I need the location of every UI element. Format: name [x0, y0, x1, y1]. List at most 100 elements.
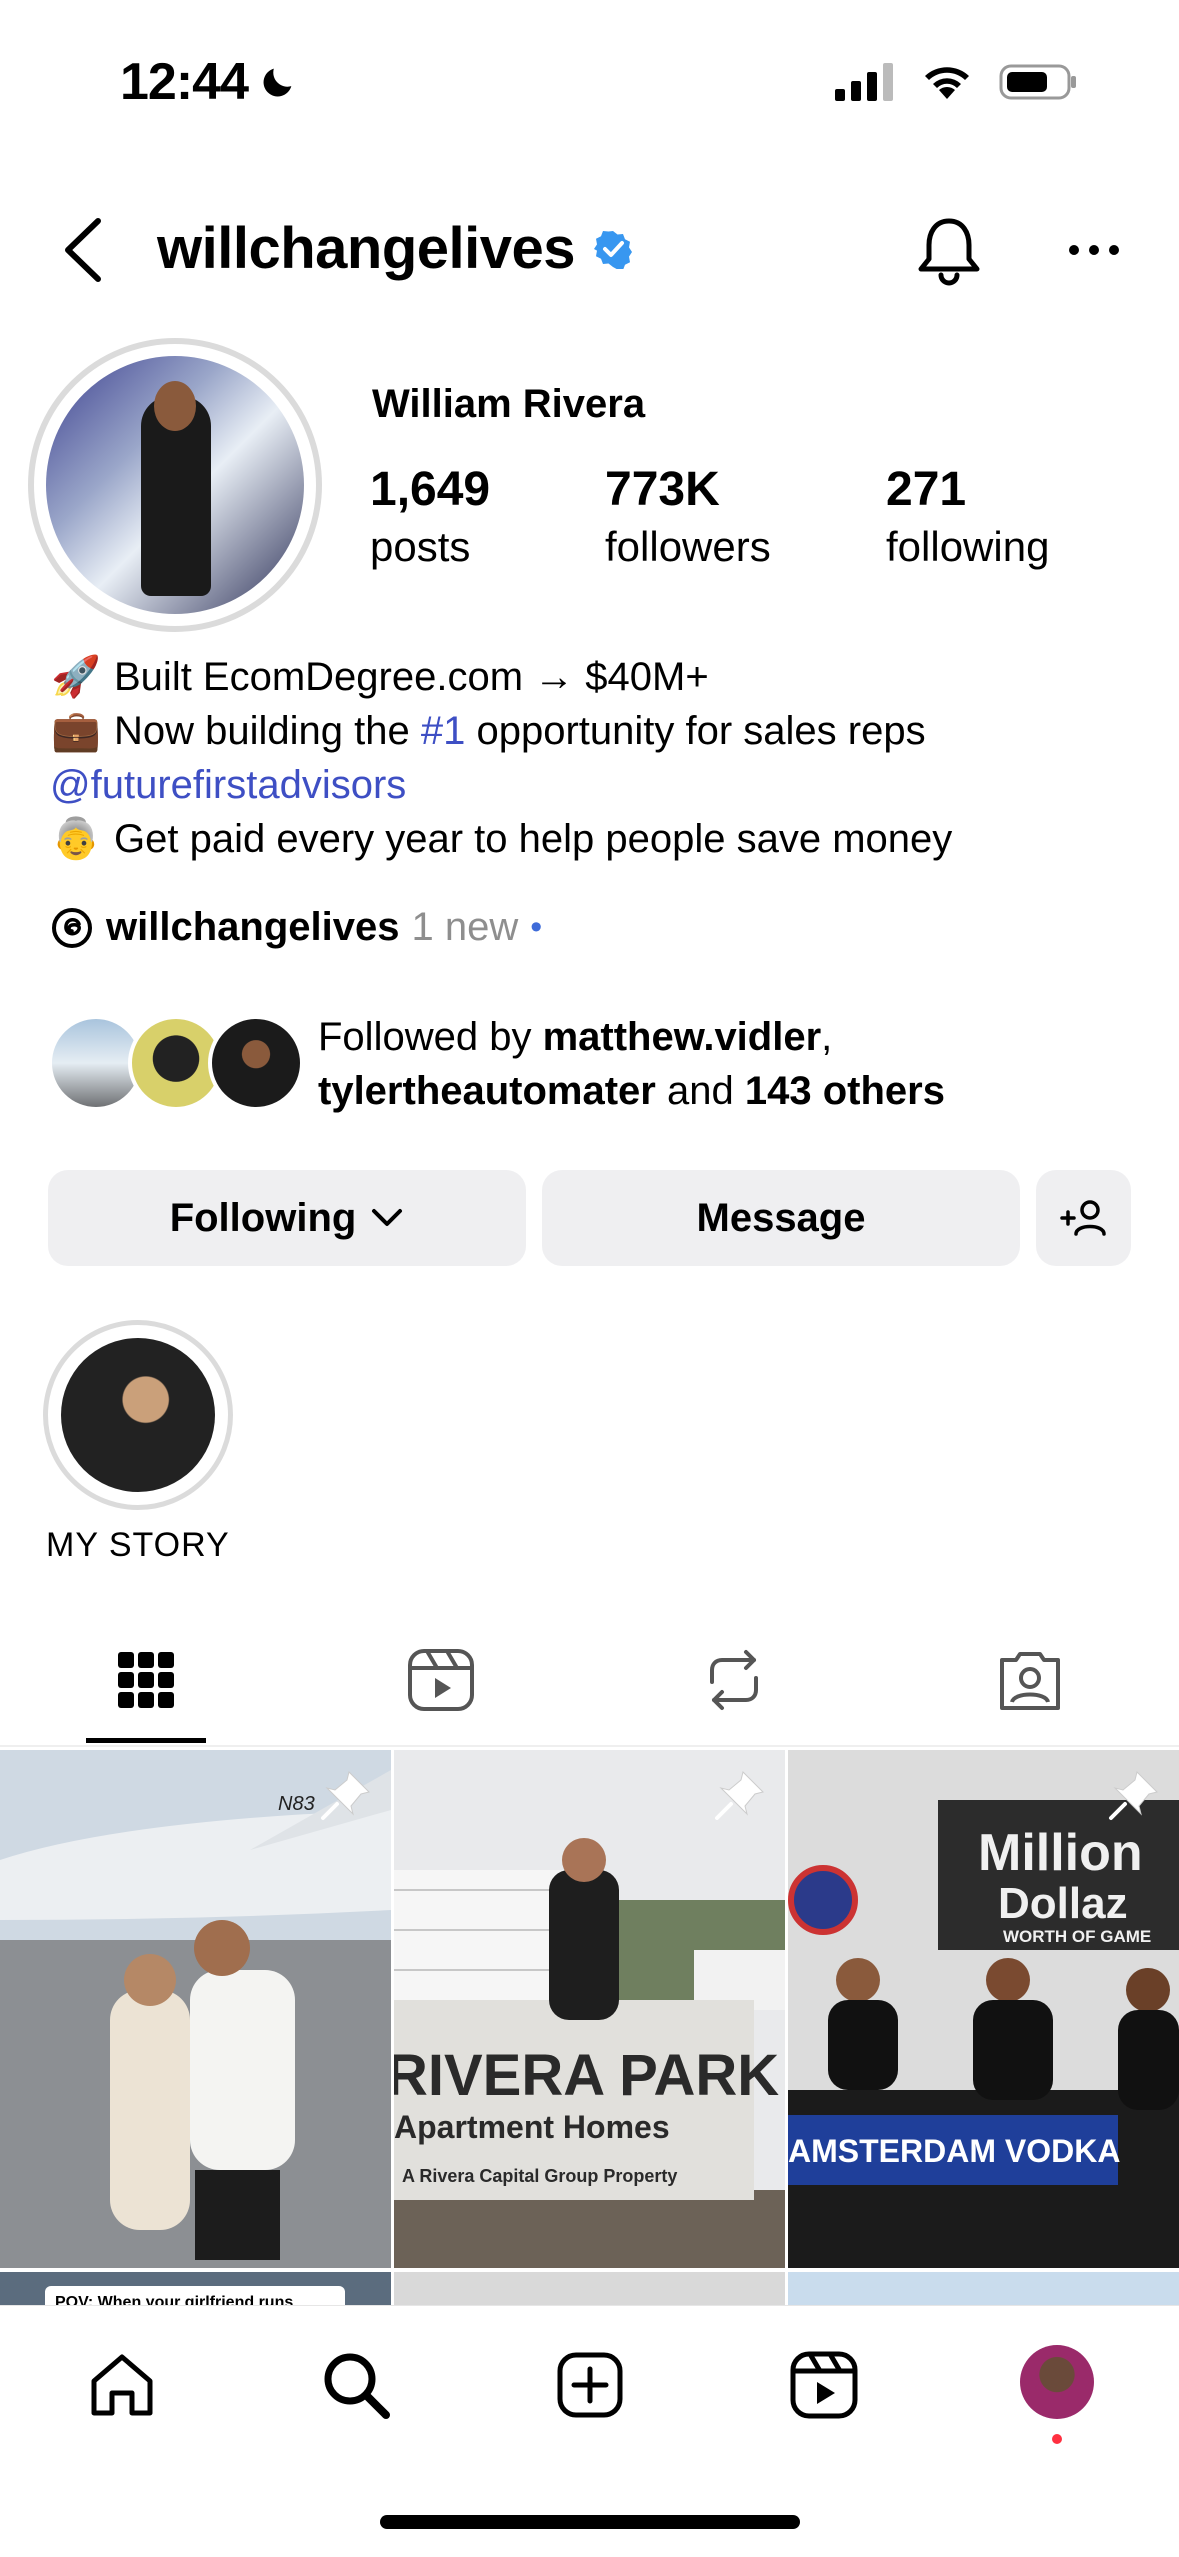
create-icon — [557, 2352, 623, 2418]
sign-text: WORTH OF GAME — [1003, 1927, 1151, 1946]
stat-following[interactable]: 271 following — [886, 462, 1049, 571]
wifi-icon — [925, 67, 969, 99]
reels-icon — [790, 2351, 858, 2419]
followed-by-prefix: Followed by — [318, 1015, 543, 1059]
home-indicator[interactable] — [380, 2515, 800, 2529]
sign-text: Dollaz — [998, 1879, 1128, 1928]
home-icon — [91, 2354, 153, 2416]
pin-icon — [1109, 1771, 1158, 1820]
bio-line: 🚀 Built EcomDegree.com → $40M+ — [50, 650, 952, 704]
grid-icon — [118, 1652, 174, 1708]
tab-reels[interactable] — [401, 1640, 481, 1720]
hashtag-link[interactable]: #1 — [421, 709, 466, 753]
tagged-icon — [1000, 1652, 1060, 1710]
message-button-label: Message — [696, 1195, 866, 1240]
followed-by-text[interactable]: Followed by matthew.vidler, tylertheauto… — [318, 1010, 945, 1118]
nav-home[interactable] — [82, 2345, 162, 2425]
stat-label: posts — [370, 523, 471, 570]
bell-icon[interactable] — [915, 215, 983, 287]
chevron-down-icon — [372, 1209, 403, 1226]
followed-by-mid: and — [655, 1069, 745, 1113]
threads-new-badge: 1 new — [411, 905, 519, 949]
threads-icon — [52, 907, 92, 948]
grid-post[interactable]: RIVERA PARK Apartment Homes A Rivera Cap… — [394, 1750, 785, 2268]
story-highlight[interactable] — [43, 1320, 233, 1510]
stat-label: following — [886, 523, 1050, 570]
pin-icon — [321, 1771, 370, 1820]
more-icon[interactable] — [1066, 230, 1122, 270]
story-highlight-cover — [61, 1338, 215, 1492]
nav-reels[interactable] — [784, 2345, 864, 2425]
mention-link[interactable]: @futurefirstadvisors — [50, 758, 406, 812]
signal-icon — [835, 63, 893, 101]
sign-text: A Rivera Capital Group Property — [402, 2166, 677, 2186]
banner-text: AMSTERDAM VODKA — [788, 2133, 1120, 2169]
notification-dot — [1052, 2434, 1062, 2444]
bio-line: 💼 Now building the #1 opportunity for sa… — [50, 704, 952, 758]
search-icon — [324, 2353, 390, 2419]
repost-icon — [710, 1650, 758, 1710]
sign-text: Apartment Homes — [394, 2109, 670, 2145]
suggested-people-button[interactable] — [1036, 1170, 1131, 1266]
pin-icon — [715, 1771, 764, 1820]
verified-badge-icon — [594, 230, 633, 269]
active-tab-indicator — [86, 1738, 206, 1743]
stat-label: followers — [605, 523, 771, 570]
profile-avatar[interactable] — [28, 338, 322, 632]
briefcase-emoji: 💼 — [51, 709, 101, 753]
following-button-label: Following — [169, 1195, 357, 1240]
tail-number: N83 — [278, 1793, 315, 1815]
threads-link[interactable]: willchangelives 1 new • — [50, 905, 542, 950]
mutual-username[interactable]: tylertheautomater — [318, 1069, 656, 1113]
stat-value: 773K — [605, 463, 720, 516]
threads-handle: willchangelives — [106, 905, 400, 949]
profile-photo — [46, 356, 304, 614]
nav-profile-avatar[interactable] — [1020, 2345, 1094, 2419]
bio-text: Now building the — [114, 709, 421, 753]
older-woman-emoji: 👵 — [51, 817, 101, 861]
stat-value: 1,649 — [370, 463, 491, 516]
stat-posts[interactable]: 1,649 posts — [370, 462, 490, 571]
grid-post[interactable]: N83 — [0, 1750, 391, 2268]
bio-text: opportunity for sales reps — [465, 709, 926, 753]
tab-divider — [0, 1745, 1179, 1747]
sign-text: Million — [978, 1824, 1143, 1882]
bio-text: Get paid every year to help people save … — [114, 817, 953, 861]
tab-tagged[interactable] — [990, 1640, 1070, 1720]
mutual-others-count[interactable]: 143 others — [745, 1069, 945, 1113]
reels-icon — [408, 1649, 474, 1711]
add-person-icon — [1059, 1200, 1106, 1236]
full-name: William Rivera — [372, 382, 646, 426]
post-thumbnail: RIVERA PARK Apartment Homes A Rivera Cap… — [394, 1750, 785, 2268]
stat-value: 271 — [886, 463, 967, 516]
status-time: 12:44 — [120, 52, 298, 112]
tab-posts-grid[interactable] — [106, 1640, 186, 1720]
grid-post[interactable]: Million Dollaz WORTH OF GAME AMSTERDAM V… — [788, 1750, 1179, 2268]
post-thumbnail: N83 — [0, 1750, 391, 2268]
post-thumbnail: Million Dollaz WORTH OF GAME AMSTERDAM V… — [788, 1750, 1179, 2268]
nav-search[interactable] — [316, 2345, 396, 2425]
bio-line: 👵 Get paid every year to help people sav… — [50, 812, 952, 866]
rocket-emoji: 🚀 — [51, 655, 101, 699]
story-highlight-label: MY STORY — [46, 1526, 230, 1564]
mutual-avatar — [208, 1015, 304, 1111]
status-indicators — [835, 62, 1079, 102]
profile-username-title: willchangelives — [157, 215, 633, 282]
threads-new-dot: • — [530, 908, 543, 946]
mutual-followers-avatars[interactable] — [48, 1015, 304, 1111]
moon-icon — [263, 68, 292, 97]
separator: , — [821, 1015, 833, 1059]
username-text: willchangelives — [157, 216, 576, 281]
battery-icon — [999, 64, 1076, 100]
tab-reposts[interactable] — [694, 1640, 774, 1720]
stat-followers[interactable]: 773K followers — [605, 462, 771, 571]
nav-create[interactable] — [550, 2345, 630, 2425]
mutual-username[interactable]: matthew.vidler — [543, 1015, 822, 1059]
sign-text: RIVERA PARK — [394, 2043, 779, 2108]
bio-text: Built EcomDegree.com → $40M+ — [114, 655, 709, 699]
back-chevron-icon[interactable] — [58, 215, 108, 285]
bio: 🚀 Built EcomDegree.com → $40M+ 💼 Now bui… — [50, 650, 952, 866]
message-button[interactable]: Message — [542, 1170, 1020, 1266]
bio-line: @futurefirstadvisors — [50, 758, 952, 812]
following-button[interactable]: Following — [48, 1170, 526, 1266]
